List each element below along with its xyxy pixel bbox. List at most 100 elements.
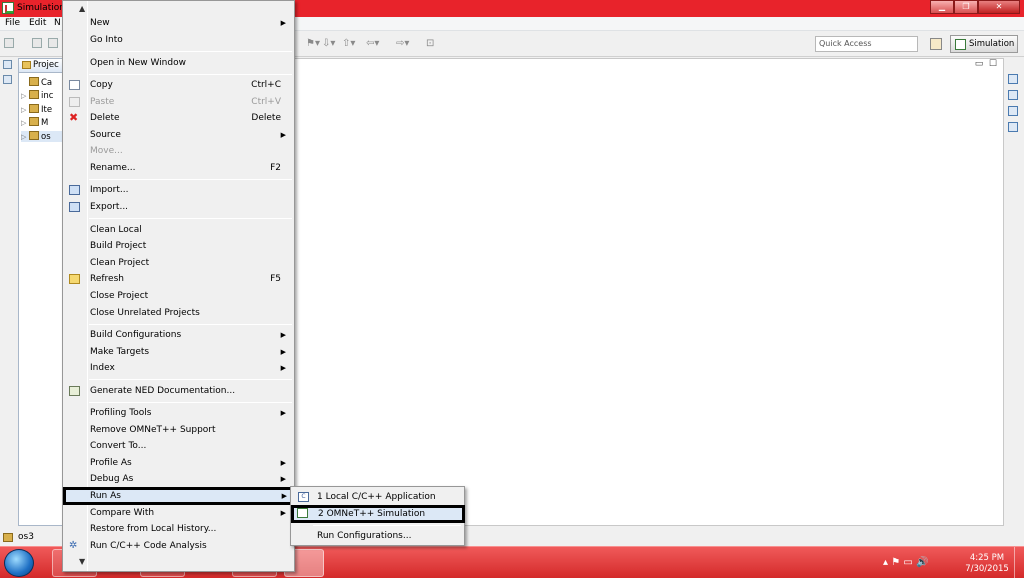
menu-item-compare-with[interactable]: Compare With ▶: [65, 505, 293, 521]
menu-item-clean-local[interactable]: Clean Local: [65, 222, 293, 238]
delete-icon: ✖: [69, 111, 79, 124]
properties-view-icon[interactable]: [1008, 74, 1018, 84]
next-annotation-icon[interactable]: ⇩▾: [322, 38, 335, 49]
tray-icons[interactable]: ▴ ⚑ ▭ 🔊: [883, 557, 928, 568]
expand-icon[interactable]: ▷: [21, 119, 29, 127]
expand-icon[interactable]: ▷: [21, 92, 29, 100]
prev-annotation-icon[interactable]: ⇧▾: [342, 38, 355, 49]
menu-item-run-as[interactable]: Run As ▶: [63, 487, 294, 505]
save-all-icon[interactable]: [48, 38, 58, 48]
menu-item-index[interactable]: Index ▶: [65, 360, 293, 376]
expand-icon[interactable]: ▷: [21, 133, 29, 141]
project-explorer-tab[interactable]: Projec: [19, 59, 65, 73]
start-button[interactable]: [4, 549, 34, 577]
menu-navigate[interactable]: N: [54, 18, 61, 28]
new-wizard-icon[interactable]: [4, 38, 14, 48]
submenu-arrow-icon: ▶: [280, 409, 286, 417]
editor-minimize-maximize[interactable]: ▭ ☐: [975, 59, 997, 69]
menu-item-clean-project[interactable]: Clean Project: [65, 255, 293, 271]
minimize-button[interactable]: ▁: [930, 0, 954, 14]
submenu-item-run-configurations[interactable]: Run Configurations...: [293, 528, 463, 544]
simulation-perspective-icon: [955, 39, 966, 50]
menu-item-export[interactable]: Export...: [65, 199, 293, 215]
menu-edit[interactable]: Edit: [29, 18, 46, 28]
paste-icon: [69, 97, 80, 107]
submenu-item-local-cpp-app[interactable]: C 1 Local C/C++ Application: [293, 489, 463, 505]
menu-item-convert-to[interactable]: Convert To...: [65, 438, 293, 454]
project-explorer: Projec Ca ▷ inc ▷ Ite ▷ M ▷ os: [18, 58, 65, 526]
c-application-icon: C: [298, 492, 309, 502]
minimized-view-icon[interactable]: [3, 60, 12, 69]
scroll-down-arrow-icon[interactable]: ▼: [79, 557, 85, 566]
project-context-menu: ▲ New ▶ Go Into Open in New Window Copy Ct…: [62, 0, 295, 572]
system-clock[interactable]: 4:25 PM 7/30/2015: [962, 553, 1012, 575]
forward-icon[interactable]: ⇨▾: [396, 38, 409, 49]
left-trim-bar: [3, 60, 15, 110]
menu-item-rename[interactable]: Rename... F2: [65, 160, 293, 176]
submenu-arrow-icon: ▶: [280, 364, 286, 372]
module-hierarchy-icon[interactable]: [1008, 90, 1018, 100]
menu-item-refresh[interactable]: Refresh F5: [65, 271, 293, 287]
project-status-icon: [3, 533, 13, 542]
menu-item-build-configurations[interactable]: Build Configurations ▶: [65, 327, 293, 343]
menu-item-paste[interactable]: Paste Ctrl+V: [65, 94, 293, 110]
menu-item-delete[interactable]: ✖ Delete Delete: [65, 110, 293, 126]
copy-icon: [69, 80, 80, 90]
ned-doc-icon: [69, 386, 80, 396]
scroll-up-arrow-icon[interactable]: ▲: [79, 4, 85, 13]
menu-item-build-project[interactable]: Build Project: [65, 238, 293, 254]
tree-item[interactable]: ▷ M: [21, 117, 48, 128]
menu-item-close-unrelated-projects[interactable]: Close Unrelated Projects: [65, 305, 293, 321]
menu-file[interactable]: File: [5, 18, 20, 28]
refresh-icon: [69, 274, 80, 284]
menu-item-restore-local-history[interactable]: Restore from Local History...: [65, 521, 293, 537]
restore-button[interactable]: ❐: [954, 0, 978, 14]
clock-time: 4:25 PM: [969, 553, 1005, 563]
menu-item-move[interactable]: Move...: [65, 143, 293, 159]
menu-item-make-targets[interactable]: Make Targets ▶: [65, 344, 293, 360]
open-perspective-icon[interactable]: [930, 38, 942, 50]
tree-item[interactable]: ▷ Ite: [21, 104, 52, 115]
submenu-arrow-icon: ▶: [280, 459, 286, 467]
simulation-perspective-button[interactable]: Simulation: [950, 35, 1018, 53]
submenu-arrow-icon: ▶: [280, 348, 286, 356]
show-desktop-button[interactable]: [1014, 547, 1024, 578]
close-button[interactable]: ✕: [978, 0, 1020, 14]
pin-editor-icon[interactable]: ⊡: [426, 38, 434, 49]
tree-item[interactable]: ▷ inc: [21, 90, 53, 101]
submenu-item-omnet-simulation[interactable]: 2 OMNeT++ Simulation: [291, 505, 465, 523]
submenu-arrow-icon: ▶: [281, 492, 287, 500]
menu-item-copy[interactable]: Copy Ctrl+C: [65, 77, 293, 93]
annotation-icon[interactable]: ⚑▾: [306, 38, 320, 49]
tree-item[interactable]: Ca: [21, 77, 52, 88]
right-trim-bar: [1008, 74, 1022, 138]
menu-item-close-project[interactable]: Close Project: [65, 288, 293, 304]
menu-item-open-new-window[interactable]: Open in New Window: [65, 55, 293, 71]
clock-date: 7/30/2015: [965, 564, 1009, 574]
project-folder-icon: [29, 131, 39, 140]
run-as-submenu: C 1 Local C/C++ Application 2 OMNeT++ Si…: [290, 486, 465, 546]
status-selection: os3: [18, 532, 34, 542]
menu-item-new[interactable]: New ▶: [65, 15, 293, 31]
project-folder-icon: [29, 104, 39, 113]
outline-view-icon[interactable]: [3, 75, 12, 84]
tree-item-selected[interactable]: ▷ os: [21, 131, 63, 142]
menu-item-debug-as[interactable]: Debug As ▶: [65, 471, 293, 487]
menu-item-go-into[interactable]: Go Into: [65, 32, 293, 48]
expand-icon[interactable]: ▷: [21, 106, 29, 114]
console-view-icon[interactable]: [1008, 122, 1018, 132]
parameters-view-icon[interactable]: [1008, 106, 1018, 116]
menu-item-profile-as[interactable]: Profile As ▶: [65, 455, 293, 471]
perspective-label: Simulation: [969, 39, 1015, 49]
menu-item-remove-omnet-support[interactable]: Remove OMNeT++ Support: [65, 422, 293, 438]
menu-item-import[interactable]: Import...: [65, 182, 293, 198]
menu-item-run-code-analysis[interactable]: ✲ Run C/C++ Code Analysis: [65, 538, 293, 554]
save-icon[interactable]: [32, 38, 42, 48]
submenu-arrow-icon: ▶: [280, 331, 286, 339]
menu-item-source[interactable]: Source ▶: [65, 127, 293, 143]
menu-item-generate-ned-docs[interactable]: Generate NED Documentation...: [65, 383, 293, 399]
back-icon[interactable]: ⇦▾: [366, 38, 379, 49]
menu-item-profiling-tools[interactable]: Profiling Tools ▶: [65, 405, 293, 421]
quick-access-input[interactable]: Quick Access: [815, 36, 918, 52]
submenu-arrow-icon: ▶: [280, 475, 286, 483]
